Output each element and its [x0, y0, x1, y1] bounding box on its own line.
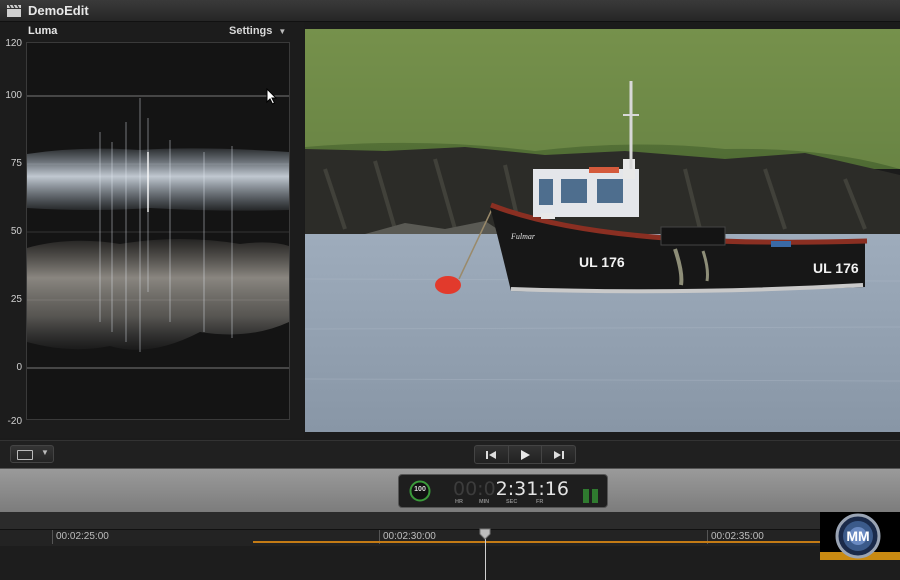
boat-name: Fulmar	[510, 232, 536, 241]
unit-min: MIN	[479, 499, 490, 505]
previous-edit-button[interactable]	[475, 446, 509, 463]
next-edit-button[interactable]	[542, 446, 575, 463]
selected-range-bar	[253, 541, 900, 543]
title-bar: DemoEdit	[0, 0, 900, 22]
dashboard-bar: 100 00:02:31:16 HR MIN SEC FR	[0, 468, 900, 512]
boat-registration-bow: UL 176	[579, 254, 625, 270]
ruler-tick	[52, 530, 53, 544]
tick-120: 120	[5, 38, 22, 49]
unit-sec: SEC	[506, 499, 518, 505]
transport-controls	[474, 445, 576, 464]
frame-icon	[17, 450, 33, 460]
project-title: DemoEdit	[28, 3, 89, 18]
channel-logo: MM	[820, 512, 900, 560]
boat-registration-stern: UL 176	[813, 260, 859, 276]
tick-minus-20: -20	[7, 416, 22, 427]
timecode-digits: 00:02:31:16	[453, 478, 569, 500]
timeline-header	[0, 512, 900, 530]
timeline[interactable]: 00:02:25:00 00:02:30:00 00:02:35:00	[0, 512, 900, 580]
unit-hr: HR	[455, 499, 463, 505]
playback-speed: 100	[414, 486, 426, 493]
timecode-dim: 00:0	[453, 478, 496, 500]
play-button[interactable]	[509, 446, 543, 463]
skip-forward-icon	[553, 450, 564, 459]
play-icon	[521, 449, 530, 460]
luma-scope-panel: Luma Settings ▼ 120 100 75 50 25 0 -20	[0, 22, 304, 438]
tick-0: 0	[16, 362, 22, 373]
unit-fr: FR	[536, 499, 544, 505]
view-options-button[interactable]: ▼	[10, 445, 54, 463]
ruler-mark-1: 00:02:25:00	[56, 531, 109, 542]
timeline-ruler[interactable]	[0, 530, 900, 546]
playhead[interactable]	[485, 534, 486, 580]
skip-back-icon	[486, 450, 497, 459]
video-viewer[interactable]: UL 176 UL 176 Fulmar	[305, 29, 900, 432]
video-frame-image: UL 176 UL 176 Fulmar	[305, 29, 900, 432]
tick-50: 50	[10, 226, 22, 237]
clapperboard-icon	[7, 4, 21, 17]
tick-100: 100	[5, 90, 22, 101]
playhead-handle-icon[interactable]	[479, 528, 491, 540]
viewer-controls-bar: ▼	[0, 440, 900, 468]
logo-emblem-icon: MM	[820, 513, 900, 560]
tick-75: 75	[10, 158, 22, 169]
timecode-display[interactable]: 100 00:02:31:16 HR MIN SEC FR	[398, 474, 608, 508]
waveform-trace	[27, 95, 289, 369]
timecode-lit: 2:31:16	[495, 478, 569, 500]
logo-text: MM	[846, 528, 869, 544]
mouse-pointer-icon	[266, 88, 278, 105]
dropdown-arrow-icon: ▼	[41, 448, 49, 457]
audio-meter-icon	[583, 483, 599, 503]
tick-25: 25	[10, 294, 22, 305]
